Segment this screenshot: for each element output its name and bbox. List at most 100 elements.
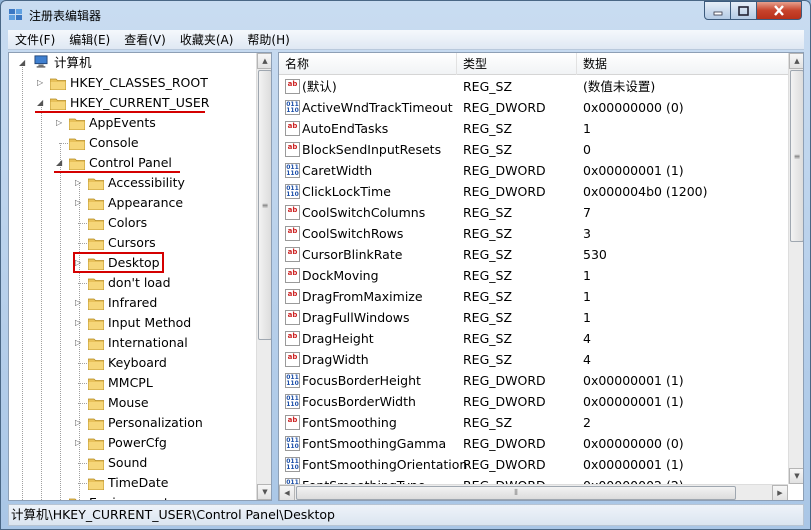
value-name: DragWidth [302,352,369,367]
value-row[interactable]: ab CoolSwitchRows REG_SZ 3 [279,223,790,244]
list-hscroll-thumb[interactable]: ⦀ [296,486,736,500]
folder-icon [87,276,105,291]
list-scroll-down-button[interactable]: ▼ [789,468,803,484]
folder-icon [87,316,105,331]
value-data: 0 [583,142,591,157]
tree-node-input-method[interactable]: ▷ Input Method [9,313,249,333]
expanded-arrow-icon[interactable]: ◢ [19,53,29,73]
tree-scroll-thumb[interactable]: ≡ [258,70,271,340]
value-row[interactable]: ab FontSmoothing REG_SZ 2 [279,412,790,433]
value-row[interactable]: ab DragHeight REG_SZ 4 [279,328,790,349]
tree-node-cursors[interactable]: Cursors [9,233,249,253]
title-bar[interactable]: 注册表编辑器 [1,1,810,29]
menu-favorites[interactable]: 收藏夹(A) [173,31,241,49]
value-row[interactable]: ab BlockSendInputResets REG_SZ 0 [279,139,790,160]
value-row[interactable]: 011 110 FontSmoothingOrientation REG_DWORD 0… [279,454,790,475]
computer-icon [34,55,48,68]
tree-node-don-t-load[interactable]: don't load [9,273,249,293]
value-name: DragHeight [302,331,374,346]
tree-node-environment[interactable]: Environment [9,493,249,500]
value-row[interactable]: 011 110 CaretWidth REG_DWORD 0x00000001 (1) [279,160,790,181]
folder-icon [68,116,86,131]
tree-node-keyboard[interactable]: Keyboard [9,353,249,373]
tree-node-label: International [108,335,188,350]
tree-node-control-panel[interactable]: ◢ Control Panel [9,153,249,173]
tree-node-label: Infrared [108,295,158,310]
value-row[interactable]: ab CoolSwitchColumns REG_SZ 7 [279,202,790,223]
collapsed-arrow-icon[interactable]: ▷ [56,113,66,133]
expanded-arrow-icon[interactable]: ◢ [37,93,47,113]
tree-node-international[interactable]: ▷ International [9,333,249,353]
collapsed-arrow-icon[interactable]: ▷ [37,73,47,93]
tree-node-mmcpl[interactable]: MMCPL [9,373,249,393]
value-list-pane[interactable]: 名称 类型 数据 ab (默认) REG_SZ (数值未设置) 011 110 Active… [278,52,804,501]
value-row[interactable]: 011 110 FontSmoothingGamma REG_DWORD 0x00000… [279,433,790,454]
close-button[interactable] [756,1,802,20]
string-value-icon: ab [285,79,300,94]
menu-help[interactable]: 帮助(H) [240,31,296,49]
column-header-type[interactable]: 类型 [457,53,577,75]
tree-node-appevents[interactable]: ▷ AppEvents [9,113,249,133]
list-scroll-up-button[interactable]: ▲ [789,53,803,69]
list-scroll-thumb[interactable]: ≡ [790,70,803,242]
value-row[interactable]: ab DockMoving REG_SZ 1 [279,265,790,286]
tree-node-hkey-classes-root[interactable]: ▷ HKEY_CLASSES_ROOT [9,73,249,93]
list-vertical-scrollbar[interactable]: ▲ ≡ ▼ [788,53,803,484]
value-row[interactable]: 011 110 ActiveWndTrackTimeout REG_DWORD 0x00… [279,97,790,118]
value-data: 530 [583,247,607,262]
column-header-data[interactable]: 数据 [577,53,790,75]
value-row[interactable]: 011 110 FocusBorderHeight REG_DWORD 0x000000… [279,370,790,391]
tree-node-appearance[interactable]: ▷ Appearance [9,193,249,213]
tree-node-hkey-current-user[interactable]: ◢ HKEY_CURRENT_USER [9,93,249,113]
tree-node-colors[interactable]: Colors [9,213,249,233]
collapsed-arrow-icon[interactable]: ▷ [75,333,85,353]
list-horizontal-scrollbar[interactable]: ◀ ⦀ ▶ [279,484,788,500]
value-row[interactable]: ab CursorBlinkRate REG_SZ 530 [279,244,790,265]
tree-node-powercfg[interactable]: ▷ PowerCfg [9,433,249,453]
value-row[interactable]: ab DragFromMaximize REG_SZ 1 [279,286,790,307]
tree-node-infrared[interactable]: ▷ Infrared [9,293,249,313]
tree-node-label: AppEvents [89,115,156,130]
collapsed-arrow-icon[interactable]: ▷ [75,293,85,313]
list-scroll-left-button[interactable]: ◀ [279,485,295,500]
value-name: CaretWidth [302,163,373,178]
tree-vertical-scrollbar[interactable]: ▲ ≡ ▼ [256,53,271,500]
tree-scroll-down-button[interactable]: ▼ [257,484,271,500]
string-value-icon: ab [285,352,300,367]
collapsed-arrow-icon[interactable]: ▷ [75,313,85,333]
tree-node-mouse[interactable]: Mouse [9,393,249,413]
tree-node-sound[interactable]: Sound [9,453,249,473]
minimize-button[interactable] [704,1,731,20]
tree-node-timedate[interactable]: TimeDate [9,473,249,493]
column-header-name[interactable]: 名称 [279,53,457,75]
value-data: 0x00000001 (1) [583,163,684,178]
folder-icon [49,96,67,111]
tree-node-personalization[interactable]: ▷ Personalization [9,413,249,433]
collapsed-arrow-icon[interactable]: ▷ [75,433,85,453]
window-title: 注册表编辑器 [29,9,102,23]
tree-node-console[interactable]: Console [9,133,249,153]
value-row[interactable]: 011 110 ClickLockTime REG_DWORD 0x000004b0 (… [279,181,790,202]
folder-icon [87,196,105,211]
value-row[interactable]: ab DragWidth REG_SZ 4 [279,349,790,370]
menu-view[interactable]: 查看(V) [117,31,173,49]
value-row[interactable]: 011 110 FocusBorderWidth REG_DWORD 0x0000000… [279,391,790,412]
expanded-arrow-icon[interactable]: ◢ [56,153,66,173]
collapsed-arrow-icon[interactable]: ▷ [75,413,85,433]
tree-root-computer[interactable]: ◢ 计算机 [9,53,249,73]
collapsed-arrow-icon[interactable]: ▷ [75,173,85,193]
value-row[interactable]: ab AutoEndTasks REG_SZ 1 [279,118,790,139]
list-scroll-right-button[interactable]: ▶ [772,485,788,500]
value-type: REG_DWORD [463,100,546,115]
key-tree-pane[interactable]: ◢ 计算机 ▷ HKEY_CLASSES_ROOT ◢ HKEY_CURRENT_USE… [8,52,272,501]
maximize-button[interactable] [730,1,757,20]
collapsed-arrow-icon[interactable]: ▷ [75,193,85,213]
value-row[interactable]: ab DragFullWindows REG_SZ 1 [279,307,790,328]
menu-edit[interactable]: 编辑(E) [62,31,117,49]
value-row[interactable]: ab (默认) REG_SZ (数值未设置) [279,76,790,97]
tree-node-accessibility[interactable]: ▷ Accessibility [9,173,249,193]
string-value-icon: ab [285,289,300,304]
value-type: REG_SZ [463,79,513,94]
menu-file[interactable]: 文件(F) [8,31,62,49]
tree-scroll-up-button[interactable]: ▲ [257,53,271,69]
